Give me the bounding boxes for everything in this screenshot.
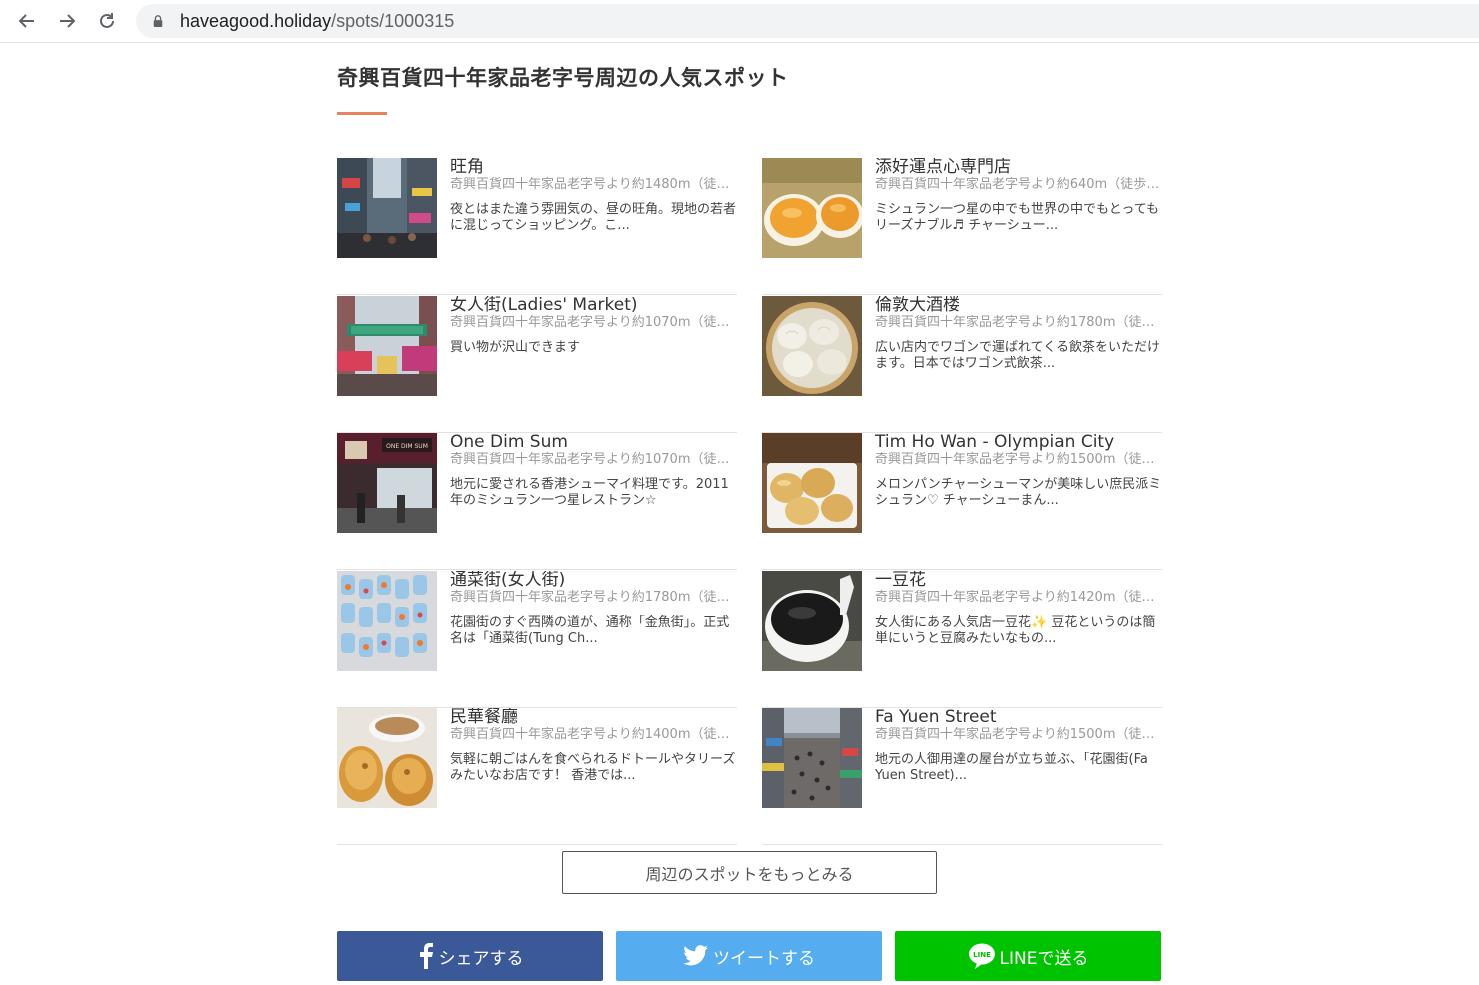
lock-icon	[152, 14, 166, 28]
spot-card[interactable]: 旺角奇興百貨四十年家品老字号より約1480m（徒歩約19分） 夜とはまた違う雰囲気…	[337, 158, 738, 295]
spot-distance: 奇興百貨四十年家品老字号より約1480m（徒歩約19分）	[450, 177, 738, 192]
spot-distance: 奇興百貨四十年家品老字号より約1070m（徒歩約14分）	[450, 314, 738, 330]
spot-name[interactable]: 倫敦大酒楼	[875, 296, 1163, 315]
spot-info: 民華餐廳奇興百貨四十年家品老字号より約1400m（徒歩約18分） 気軽に朝ごはんを…	[450, 708, 738, 784]
spot-distance: 奇興百貨四十年家品老字号より約1070m（徒歩約14分）	[450, 452, 738, 467]
facebook-share-button[interactable]: シェアする	[337, 931, 603, 981]
reload-icon[interactable]	[94, 8, 120, 34]
spot-card[interactable]: 通菜街(女人街)奇興百貨四十年家品老字号より約1780m（徒歩約23分） 花園街の…	[337, 570, 738, 708]
spot-distance: 奇興百貨四十年家品老字号より約1780m（徒歩約23分）	[450, 589, 738, 605]
back-icon[interactable]	[14, 8, 40, 34]
spot-info: 一豆花奇興百貨四十年家品老字号より約1420m（徒歩約18分） 女人街にある人気店…	[875, 571, 1163, 647]
section-title: 奇興百貨四十年家品老字号周辺の人気スポット	[337, 66, 789, 90]
facebook-share-label: シェアする	[438, 948, 524, 969]
spot-card[interactable]: ONE DIM SUM One Dim Sum 奇興百貨四十年家品老字号より約107…	[337, 433, 738, 570]
spot-description: メロンパンチャーシューマンが美味しい庶民派ミシュラン♡ チャーシューまん...	[875, 477, 1162, 508]
spot-info: 通菜街(女人街)奇興百貨四十年家品老字号より約1780m（徒歩約23分） 花園街の…	[450, 571, 738, 647]
twitter-share-label: ツイートする	[713, 948, 815, 969]
spot-card[interactable]: Tim Ho Wan - Olympian City 奇興百貨四十年家品老字号より…	[762, 433, 1163, 570]
spot-name[interactable]: 添好運点心専門店	[875, 158, 1163, 177]
facebook-icon	[419, 943, 433, 969]
spot-thumbnail[interactable]	[337, 570, 437, 671]
spot-description: 気軽に朝ごはんを食べられるドトールやタリーズみたいなお店です！ 香港では...	[450, 752, 736, 783]
browser-toolbar: haveagood.holiday/spots/1000315	[0, 0, 1479, 43]
spot-name[interactable]: One Dim Sum	[450, 433, 738, 452]
spot-thumbnail[interactable]: ONE DIM SUM	[337, 433, 437, 533]
spot-info: 女人街(Ladies' Market) 奇興百貨四十年家品老字号より約1070m（…	[450, 296, 738, 356]
url-host: haveagood.holiday	[180, 10, 332, 31]
forward-icon[interactable]	[54, 8, 80, 34]
line-icon: LINE	[968, 943, 995, 969]
spot-card[interactable]: Fa Yuen Street奇興百貨四十年家品老字号より約1500m（徒歩約19…	[762, 708, 1163, 845]
address-bar[interactable]: haveagood.holiday/spots/1000315	[136, 4, 1479, 38]
spot-thumbnail[interactable]	[762, 708, 862, 808]
twitter-icon	[683, 945, 708, 966]
spot-name[interactable]: 女人街(Ladies' Market)	[450, 296, 738, 315]
spot-distance: 奇興百貨四十年家品老字号より約1500m（徒歩約19分）	[875, 727, 1163, 742]
spot-distance: 奇興百貨四十年家品老字号より約1400m（徒歩約18分）	[450, 727, 738, 742]
spot-distance: 奇興百貨四十年家品老字号より約1500m（徒歩約19分）	[875, 452, 1163, 467]
spot-description: 買い物が沢山できます	[450, 339, 581, 355]
spot-name[interactable]: 旺角	[450, 158, 738, 177]
spot-thumbnail[interactable]	[337, 708, 437, 808]
spot-description: 広い店内でワゴンで運ばれてくる飲茶をいただけます。日本ではワゴン式飲茶...	[875, 339, 1160, 371]
spot-thumbnail[interactable]	[762, 433, 862, 533]
spot-thumbnail[interactable]	[337, 158, 437, 258]
spot-thumbnail[interactable]	[762, 158, 862, 258]
spot-description: 花園街のすぐ西隣の道が、通称「金魚街」。正式名は「通菜街(Tung Ch...	[450, 614, 730, 646]
svg-text:ONE DIM SUM: ONE DIM SUM	[386, 443, 428, 450]
spot-info: 倫敦大酒楼奇興百貨四十年家品老字号より約1780m（徒歩約23分） 広い店内でワゴ…	[875, 296, 1163, 372]
spot-card[interactable]: 女人街(Ladies' Market) 奇興百貨四十年家品老字号より約1070m（…	[337, 295, 738, 433]
twitter-share-button[interactable]: ツイートする	[616, 931, 882, 981]
nearby-spots-section: 奇興百貨四十年家品老字号周辺の人気スポット 旺角 奇興百貨四十年家品老字号より約1…	[337, 60, 1163, 981]
spot-thumbnail[interactable]	[762, 570, 862, 671]
spot-thumbnail[interactable]	[762, 295, 862, 396]
spot-description: 地元の人御用達の屋台が立ち並ぶ、「花園街(Fa Yuen Street)...	[875, 752, 1148, 783]
spot-info: 添好運点心専門店 奇興百貨四十年家品老字号より約640m（徒歩約8分） ミシュラン一…	[875, 158, 1163, 234]
spot-card[interactable]: 添好運点心専門店 奇興百貨四十年家品老字号より約640m（徒歩約8分） ミシュラン一…	[762, 158, 1163, 295]
spot-info: One Dim Sum奇興百貨四十年家品老字号より約1070m（徒歩約14分） 地…	[450, 433, 738, 509]
spot-card[interactable]: 一豆花奇興百貨四十年家品老字号より約1420m（徒歩約18分） 女人街にある人気店…	[762, 570, 1163, 708]
svg-text:LINE: LINE	[973, 951, 991, 959]
spot-name[interactable]: 民華餐廳	[450, 708, 738, 727]
spot-description: ミシュラン一つ星の中でも世界の中でもとってもリーズナブル♬ チャーシュー...	[875, 202, 1160, 233]
spot-thumbnail[interactable]	[337, 295, 437, 396]
spot-info: Tim Ho Wan - Olympian City 奇興百貨四十年家品老字号より…	[875, 433, 1163, 509]
spot-distance: 奇興百貨四十年家品老字号より約640m（徒歩約8分）	[875, 177, 1163, 192]
spot-distance: 奇興百貨四十年家品老字号より約1420m（徒歩約18分）	[875, 589, 1163, 605]
spot-name[interactable]: Tim Ho Wan - Olympian City	[875, 433, 1163, 452]
spot-name[interactable]: 通菜街(女人街)	[450, 571, 738, 590]
spot-name[interactable]: 一豆花	[875, 571, 1163, 590]
spot-description: 地元に愛される香港シューマイ料理です。2011年のミシュラン一つ星レストラン☆	[450, 477, 729, 508]
spot-distance: 奇興百貨四十年家品老字号より約1780m（徒歩約23分）	[875, 314, 1163, 330]
title-underline	[337, 112, 387, 115]
spot-card[interactable]: 倫敦大酒楼奇興百貨四十年家品老字号より約1780m（徒歩約23分） 広い店内でワゴ…	[762, 295, 1163, 433]
spot-info: 旺角奇興百貨四十年家品老字号より約1480m（徒歩約19分） 夜とはまた違う雰囲気…	[450, 158, 738, 234]
spot-name[interactable]: Fa Yuen Street	[875, 708, 1163, 727]
spot-info: Fa Yuen Street奇興百貨四十年家品老字号より約1500m（徒歩約19…	[875, 708, 1163, 784]
url-path: /spots/1000315	[331, 10, 455, 31]
more-spots-button[interactable]: 周辺のスポットをもっとみる	[562, 851, 937, 894]
spot-card[interactable]: 民華餐廳奇興百貨四十年家品老字号より約1400m（徒歩約18分） 気軽に朝ごはんを…	[337, 708, 738, 845]
line-share-label: LINEで送る	[999, 948, 1089, 969]
line-share-button[interactable]: LINE LINEで送る	[895, 931, 1161, 981]
spot-description: 夜とはまた違う雰囲気の、昼の旺角。現地の若者に混じってショッピング。こ...	[450, 202, 737, 233]
spot-description: 女人街にある人気店一豆花✨ 豆花というのは簡単にいうと豆腐みたいなもの...	[875, 614, 1156, 646]
share-buttons: シェアする ツイートする LINE LINEで送る	[337, 931, 1162, 981]
